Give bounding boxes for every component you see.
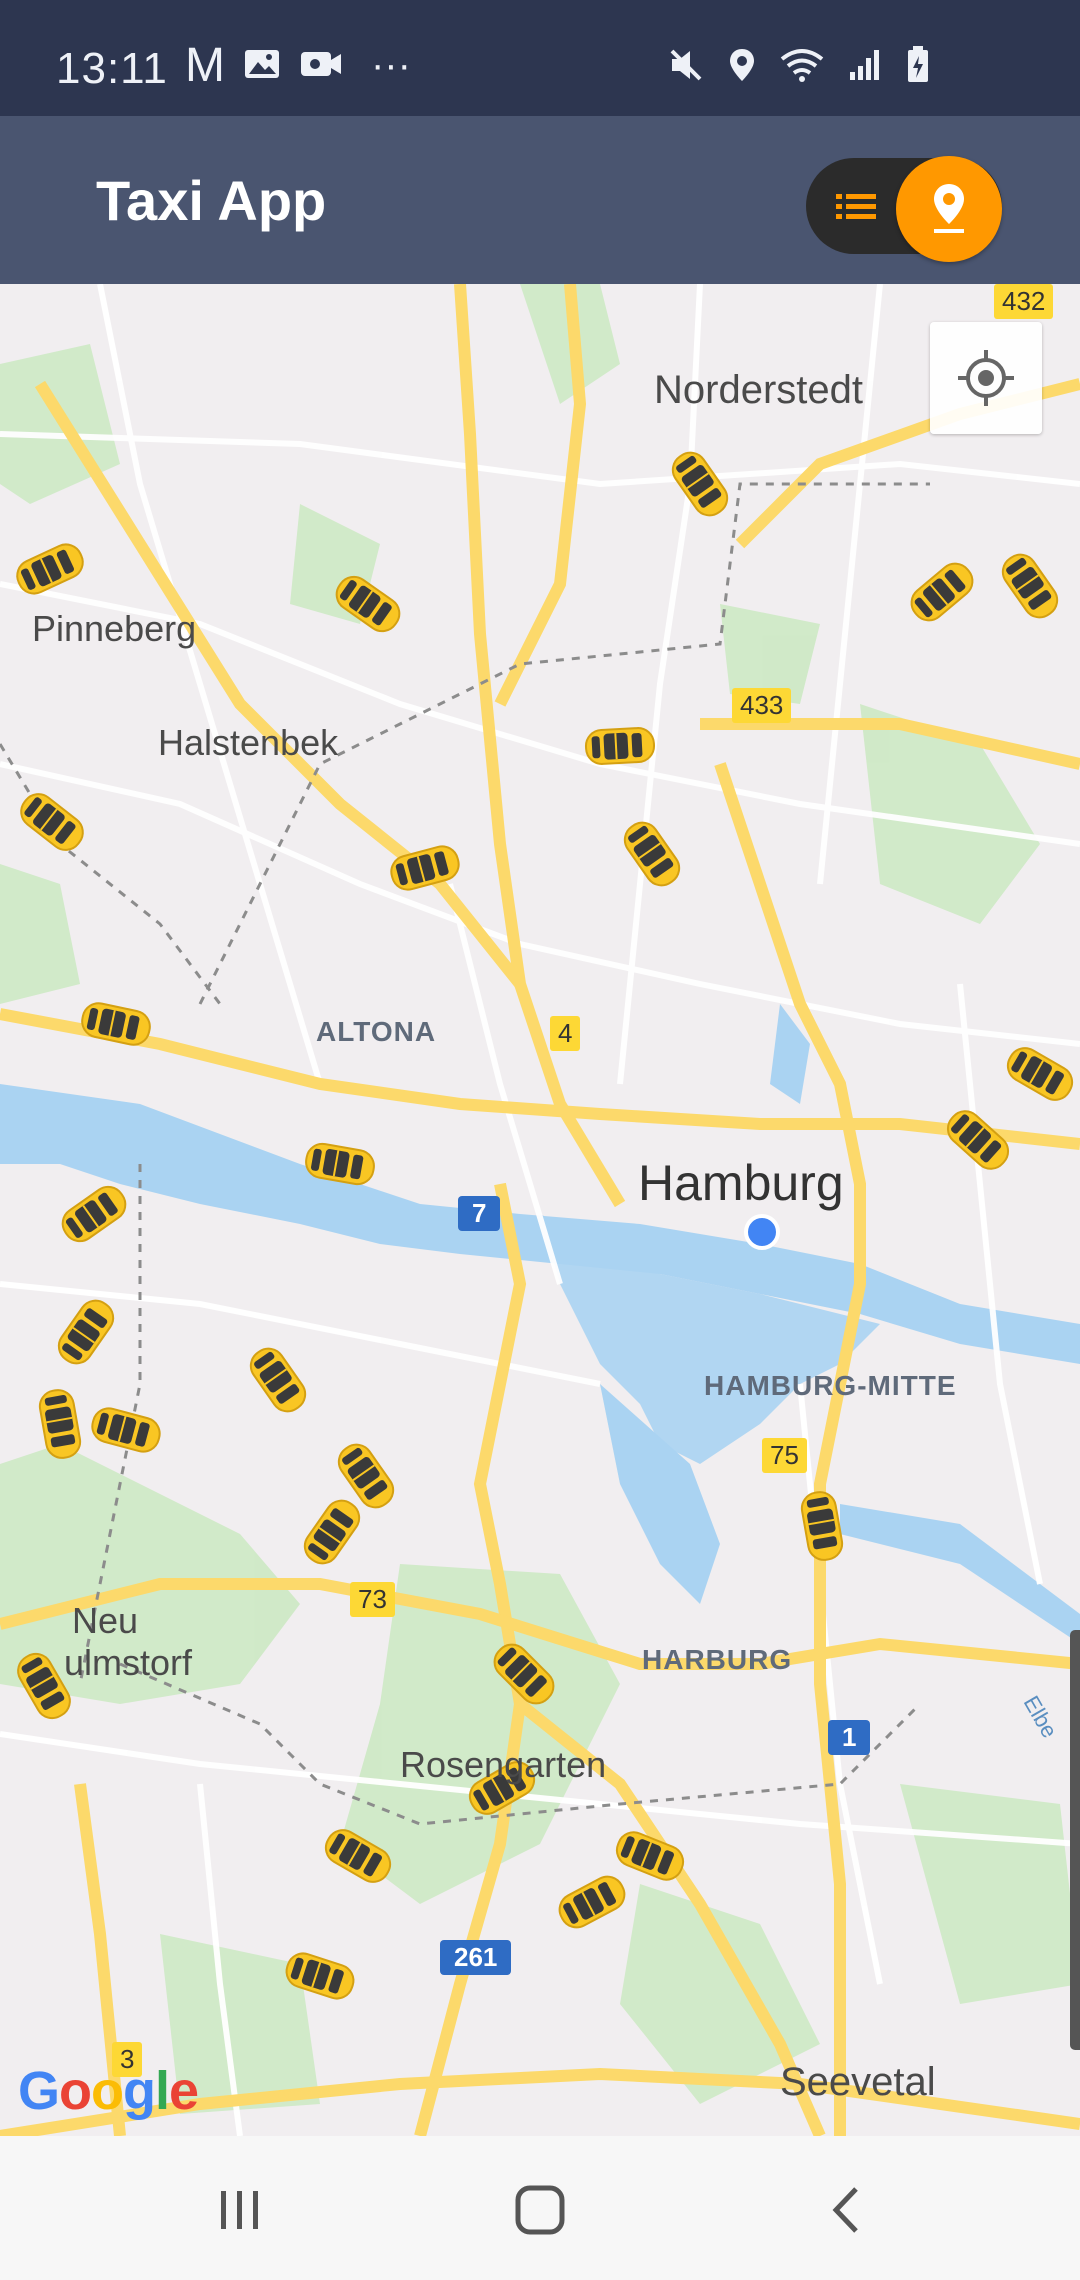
app-bar: Taxi App [0,116,1080,284]
taxi-marker[interactable] [584,726,656,766]
map-pin-icon [931,182,967,241]
taxi-marker[interactable] [798,1488,846,1564]
signal-icon [848,48,882,87]
image-icon [243,41,281,91]
taxi-marker[interactable] [1001,1041,1079,1107]
drawer-handle[interactable] [1070,1630,1080,2050]
video-icon [299,41,343,91]
taxi-marker[interactable] [297,1493,367,1571]
autobahn-shield: 261 [440,1940,512,1975]
taxi-marker[interactable] [617,815,687,893]
city-label: Hamburg [638,1155,844,1211]
status-time: 13:11 [56,44,168,93]
road-shield: 75 [762,1438,807,1473]
status-bar: 13:11 M ··· [0,0,1080,116]
taxi-marker[interactable] [904,556,980,628]
current-location-dot [744,1214,780,1250]
taxi-marker[interactable] [995,547,1065,625]
place-label: Pinneberg [32,608,197,649]
autobahn-shield: 7 [458,1196,501,1231]
map-tiles [0,284,1080,2136]
taxi-marker[interactable] [78,999,154,1049]
taxi-map[interactable]: Norderstedt Pinneberg Halstenbek ALTONA … [0,284,1080,2136]
gmail-m-icon: M [185,39,225,92]
wifi-icon [780,47,824,88]
recents-icon [215,2185,265,2240]
list-icon [832,194,880,234]
taxi-marker[interactable] [552,1870,632,1934]
view-toggle[interactable] [806,156,1002,262]
recents-button[interactable] [200,2172,280,2252]
place-label: Halstenbek [158,722,339,763]
district-label: HARBURG [642,1644,793,1675]
taxi-marker[interactable] [13,786,91,858]
my-location-button[interactable] [930,322,1042,434]
district-label: ALTONA [316,1016,437,1047]
mute-icon [668,47,704,88]
place-label: Seevetal [780,2060,936,2104]
system-nav-bar [0,2136,1080,2280]
home-icon [513,2183,567,2242]
road-shield: 4 [550,1016,581,1051]
place-label: Norderstedt [654,368,863,412]
status-notifications: M ··· [185,38,411,93]
taxi-marker[interactable] [243,1341,313,1419]
back-icon [824,2185,868,2240]
place-label: Rosengarten [400,1744,607,1785]
status-system-icons [668,46,930,89]
taxi-marker[interactable] [665,445,735,523]
back-button[interactable] [806,2172,886,2252]
place-label: Neu [72,1600,139,1641]
map-view-button[interactable] [896,156,1002,262]
place-label: ulmstorf [64,1642,193,1683]
google-logo: Google [18,2061,199,2121]
autobahn-shield: 1 [828,1720,871,1755]
road-shield: 432 [994,284,1054,319]
list-view-button[interactable] [832,182,880,230]
taxi-marker[interactable] [11,538,89,600]
taxi-marker[interactable] [55,1179,133,1249]
battery-icon [906,46,930,89]
more-dots-icon: ··· [370,43,411,87]
location-icon [728,47,756,88]
district-label: HAMBURG-MITTE [704,1370,957,1401]
taxi-marker[interactable] [51,1293,121,1371]
app-title: Taxi App [96,169,327,232]
taxi-marker[interactable] [87,1403,165,1457]
home-button[interactable] [500,2172,580,2252]
road-shield: 433 [732,688,792,723]
road-shield: 73 [350,1582,395,1617]
